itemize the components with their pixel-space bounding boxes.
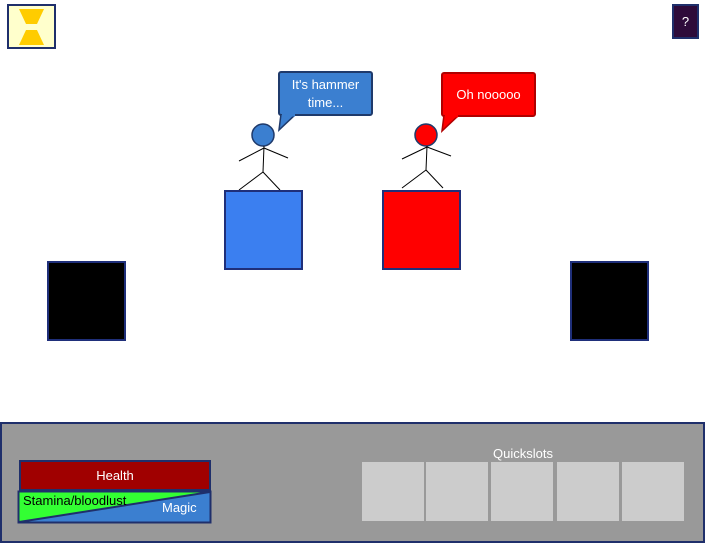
red-pedestal[interactable]	[382, 190, 461, 270]
magic-label: Magic	[162, 500, 197, 515]
quickslot-5[interactable]	[622, 462, 684, 521]
blue-pedestal[interactable]	[224, 190, 303, 270]
health-label: Health	[96, 468, 134, 483]
quickslots-title: Quickslots	[493, 446, 553, 461]
health-bar: Health	[19, 460, 211, 491]
right-dark-tile[interactable]	[570, 261, 649, 341]
blue-speech-text: It's hammer time...	[291, 76, 360, 110]
quickslot-2[interactable]	[426, 462, 488, 521]
red-stick-figure[interactable]	[400, 122, 456, 192]
quickslot-3[interactable]	[491, 462, 553, 521]
hourglass-button[interactable]	[7, 4, 56, 49]
quickslot-1[interactable]	[362, 462, 424, 521]
blue-stick-figure[interactable]	[236, 122, 292, 192]
quickslot-4[interactable]	[557, 462, 619, 521]
hourglass-icon	[19, 9, 44, 45]
red-speech-bubble: Oh nooooo	[441, 72, 536, 117]
help-label: ?	[681, 14, 690, 29]
help-button[interactable]: ?	[672, 4, 699, 39]
left-dark-tile[interactable]	[47, 261, 126, 341]
blue-speech-bubble: It's hammer time...	[278, 71, 373, 116]
red-speech-text: Oh nooooo	[456, 87, 521, 102]
stamina-label: Stamina/bloodlust	[23, 493, 127, 508]
